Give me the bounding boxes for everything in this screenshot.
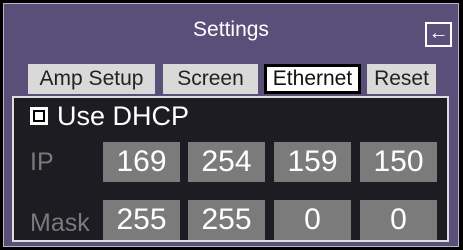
back-button[interactable]: ← xyxy=(425,22,452,47)
use-dhcp-checkbox[interactable]: Use DHCP xyxy=(30,100,189,132)
use-dhcp-label: Use DHCP xyxy=(57,100,190,131)
tab-ethernet[interactable]: Ethernet xyxy=(264,64,361,94)
checkbox-checked-icon xyxy=(30,107,48,125)
tab-amp-setup[interactable]: Amp Setup xyxy=(28,64,155,94)
mask-octet-1[interactable]: 255 xyxy=(103,200,180,240)
mask-octet-4[interactable]: 0 xyxy=(360,200,437,240)
mask-octet-3[interactable]: 0 xyxy=(274,200,351,240)
ip-octet-2[interactable]: 254 xyxy=(188,142,265,182)
ip-label: IP xyxy=(30,148,54,176)
mask-octet-2[interactable]: 255 xyxy=(188,200,265,240)
mask-label: Mask xyxy=(30,209,90,237)
page-title: Settings xyxy=(193,18,269,41)
ip-octet-4[interactable]: 150 xyxy=(360,142,437,182)
tab-reset[interactable]: Reset xyxy=(367,64,436,94)
ip-octet-3[interactable]: 159 xyxy=(274,142,351,182)
tab-screen[interactable]: Screen xyxy=(163,64,258,94)
ip-octet-1[interactable]: 169 xyxy=(103,142,180,182)
back-arrow-icon: ← xyxy=(428,22,449,44)
